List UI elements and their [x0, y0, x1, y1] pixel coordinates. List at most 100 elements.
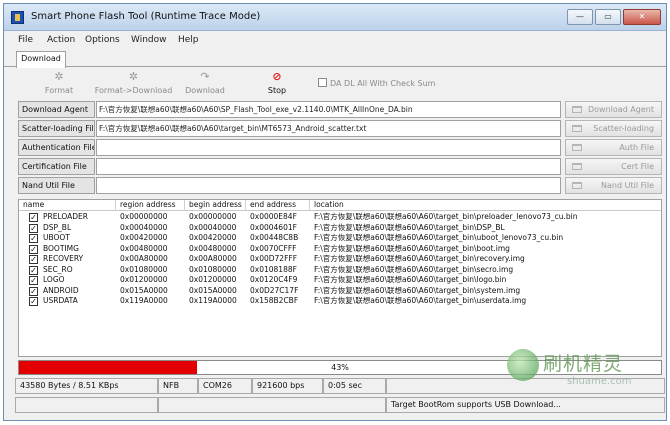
download-agent-field[interactable]: F:\官方恢复\联想a60\联想a60\A60\SP_Flash_Tool_ex… [96, 101, 561, 118]
column-header-location[interactable]: location [310, 200, 663, 211]
cell-end: 0x00448C8B [250, 233, 299, 242]
row-checkbox[interactable]: ✓ [29, 286, 38, 296]
minimize-button[interactable]: — [567, 9, 593, 25]
cell-begin: 0x01200000 [189, 275, 237, 284]
nand-util-button-label: Nand Util File [601, 181, 654, 190]
cell-end: 0x158B2CBF [250, 296, 299, 305]
cell-name: BOOTIMG [43, 243, 79, 253]
download-agent-button[interactable]: Download Agent [565, 101, 662, 118]
cell-end: 0x0D27C17F [250, 285, 299, 295]
da-dl-checksum-checkbox[interactable]: DA DL All With Check Sum [318, 78, 435, 88]
table-row[interactable]: ✓ UBOOT 0x00420000 0x00420000 0x00448C8B F:\官… [19, 233, 661, 244]
cert-file-field[interactable] [96, 158, 561, 175]
column-header-end-address[interactable]: end address [246, 200, 310, 211]
auth-file-field[interactable] [96, 139, 561, 156]
cell-name: USRDATA [43, 296, 78, 305]
cell-location: F:\官方恢复\联想a60\联想a60\A60\target_bin\boot.… [314, 243, 510, 253]
cell-region: 0x01080000 [120, 264, 168, 274]
cert-file-label: Certification File [18, 158, 95, 175]
folder-icon [572, 106, 582, 113]
shuame-logo-icon [507, 349, 539, 381]
download-button[interactable]: ↷ Download [165, 71, 245, 96]
table-row[interactable]: ✓ DSP_BL 0x00040000 0x00040000 0x0004601F F:\… [19, 223, 661, 234]
table-row[interactable]: ✓ RECOVERY 0x00A80000 0x00A80000 0x00D72FFF F… [19, 254, 661, 265]
row-checkbox[interactable]: ✓ [29, 276, 38, 285]
status-baud-rate: 921600 bps [252, 378, 323, 394]
app-icon [11, 11, 24, 24]
status-nand-type: NFB [158, 378, 198, 394]
folder-icon [572, 144, 582, 151]
cell-region: 0x00040000 [120, 222, 168, 232]
nand-util-field[interactable] [96, 177, 561, 194]
auth-file-button-label: Auth File [619, 143, 654, 152]
cert-file-button[interactable]: Cert File [565, 158, 662, 175]
row-checkbox[interactable]: ✓ [29, 265, 38, 275]
row-checkbox[interactable]: ✓ [29, 223, 38, 233]
cell-location: F:\官方恢复\联想a60\联想a60\A60\target_bin\prelo… [314, 212, 578, 221]
table-row[interactable]: ✓ USRDATA 0x119A0000 0x119A0000 0x158B2CBF F:… [19, 296, 661, 307]
menu-file[interactable]: File [18, 35, 33, 45]
stop-label: Stop [267, 86, 287, 95]
nand-util-label: Nand Util File [18, 177, 95, 194]
format-download-button[interactable]: ✲ Format->Download [91, 70, 176, 96]
download-agent-label: Download Agent [18, 101, 95, 118]
table-row[interactable]: ✓ ANDROID 0x015A0000 0x015A0000 0x0D27C17F F:… [19, 286, 661, 297]
close-button[interactable]: ✕ [623, 9, 661, 25]
title-bar[interactable]: Smart Phone Flash Tool (Runtime Trace Mo… [4, 4, 666, 31]
table-row[interactable]: ✓ PRELOADER 0x00000000 0x00000000 0x0000E84F… [19, 212, 661, 223]
row-checkbox[interactable]: ✓ [29, 234, 38, 243]
table-row[interactable]: ✓ LOGO 0x01200000 0x01200000 0x0120C4F9 F:\官方… [19, 275, 661, 286]
column-header-region-address[interactable]: region address [116, 200, 185, 211]
tab-download[interactable]: Download [16, 51, 66, 68]
status-transfer-rate: 43580 Bytes / 8.51 KBps [15, 378, 158, 394]
cert-file-row: Certification File Cert File [18, 158, 662, 175]
scatter-loading-button[interactable]: Scatter-loading [565, 120, 662, 137]
cell-location: F:\官方恢复\联想a60\联想a60\A60\target_bin\userd… [314, 296, 527, 305]
cell-name: SEC_RO [43, 264, 73, 274]
cell-end: 0x0000E84F [250, 212, 297, 221]
table-row[interactable]: ✓ SEC_RO 0x01080000 0x01080000 0x0108188F F:\… [19, 265, 661, 276]
cell-begin: 0x01080000 [189, 264, 237, 274]
cell-location: F:\官方恢复\联想a60\联想a60\A60\target_bin\uboot… [314, 233, 564, 242]
watermark-text: 刷机精灵 [543, 353, 624, 375]
cell-begin: 0x00A80000 [189, 254, 237, 263]
cell-begin: 0x00040000 [189, 222, 237, 232]
row-checkbox[interactable]: ✓ [29, 297, 38, 306]
nand-util-button[interactable]: Nand Util File [565, 177, 662, 194]
cell-region: 0x00000000 [120, 212, 168, 221]
row-checkbox[interactable]: ✓ [29, 255, 38, 264]
cell-location: F:\官方恢复\联想a60\联想a60\A60\target_bin\logo.… [314, 275, 507, 284]
cell-name: UBOOT [43, 233, 70, 242]
tab-strip: Download [4, 49, 666, 68]
cell-region: 0x015A0000 [120, 285, 168, 295]
maximize-button[interactable]: ▭ [595, 9, 621, 25]
scatter-loading-field[interactable]: F:\官方恢复\联想a60\联想a60\A60\target_bin\MT657… [96, 120, 561, 137]
cell-location: F:\官方恢复\联想a60\联想a60\A60\target_bin\recov… [314, 254, 525, 263]
auth-file-button[interactable]: Auth File [565, 139, 662, 156]
menu-options[interactable]: Options [85, 35, 120, 45]
cell-begin: 0x119A0000 [189, 296, 237, 305]
column-header-name[interactable]: name [19, 200, 116, 211]
cell-region: 0x01200000 [120, 275, 168, 284]
menu-action[interactable]: Action [47, 35, 75, 45]
cell-end: 0x00D72FFF [250, 254, 298, 263]
format-button[interactable]: ✲ Format [19, 71, 99, 96]
menu-help[interactable]: Help [178, 35, 199, 45]
format-label: Format [44, 86, 74, 95]
message-cell-2 [158, 397, 386, 413]
cell-begin: 0x015A0000 [189, 285, 237, 295]
cell-end: 0x0004601F [250, 222, 297, 232]
menu-window[interactable]: Window [131, 35, 167, 45]
column-header-begin-address[interactable]: begin address [185, 200, 246, 211]
auth-file-row: Authentication File Auth File [18, 139, 662, 156]
cell-name: RECOVERY [43, 254, 84, 263]
download-agent-button-label: Download Agent [588, 105, 654, 114]
cell-region: 0x119A0000 [120, 296, 168, 305]
stop-button[interactable]: ⊘ Stop [237, 71, 317, 96]
cell-end: 0x0120C4F9 [250, 275, 298, 284]
row-checkbox[interactable]: ✓ [29, 213, 38, 222]
format-download-icon: ✲ [128, 70, 139, 83]
table-row[interactable]: ✓ BOOTIMG 0x00480000 0x00480000 0x0070CFFF F:… [19, 244, 661, 255]
row-checkbox[interactable]: ✓ [29, 244, 38, 254]
scatter-loading-label: Scatter-loading File [18, 120, 95, 137]
